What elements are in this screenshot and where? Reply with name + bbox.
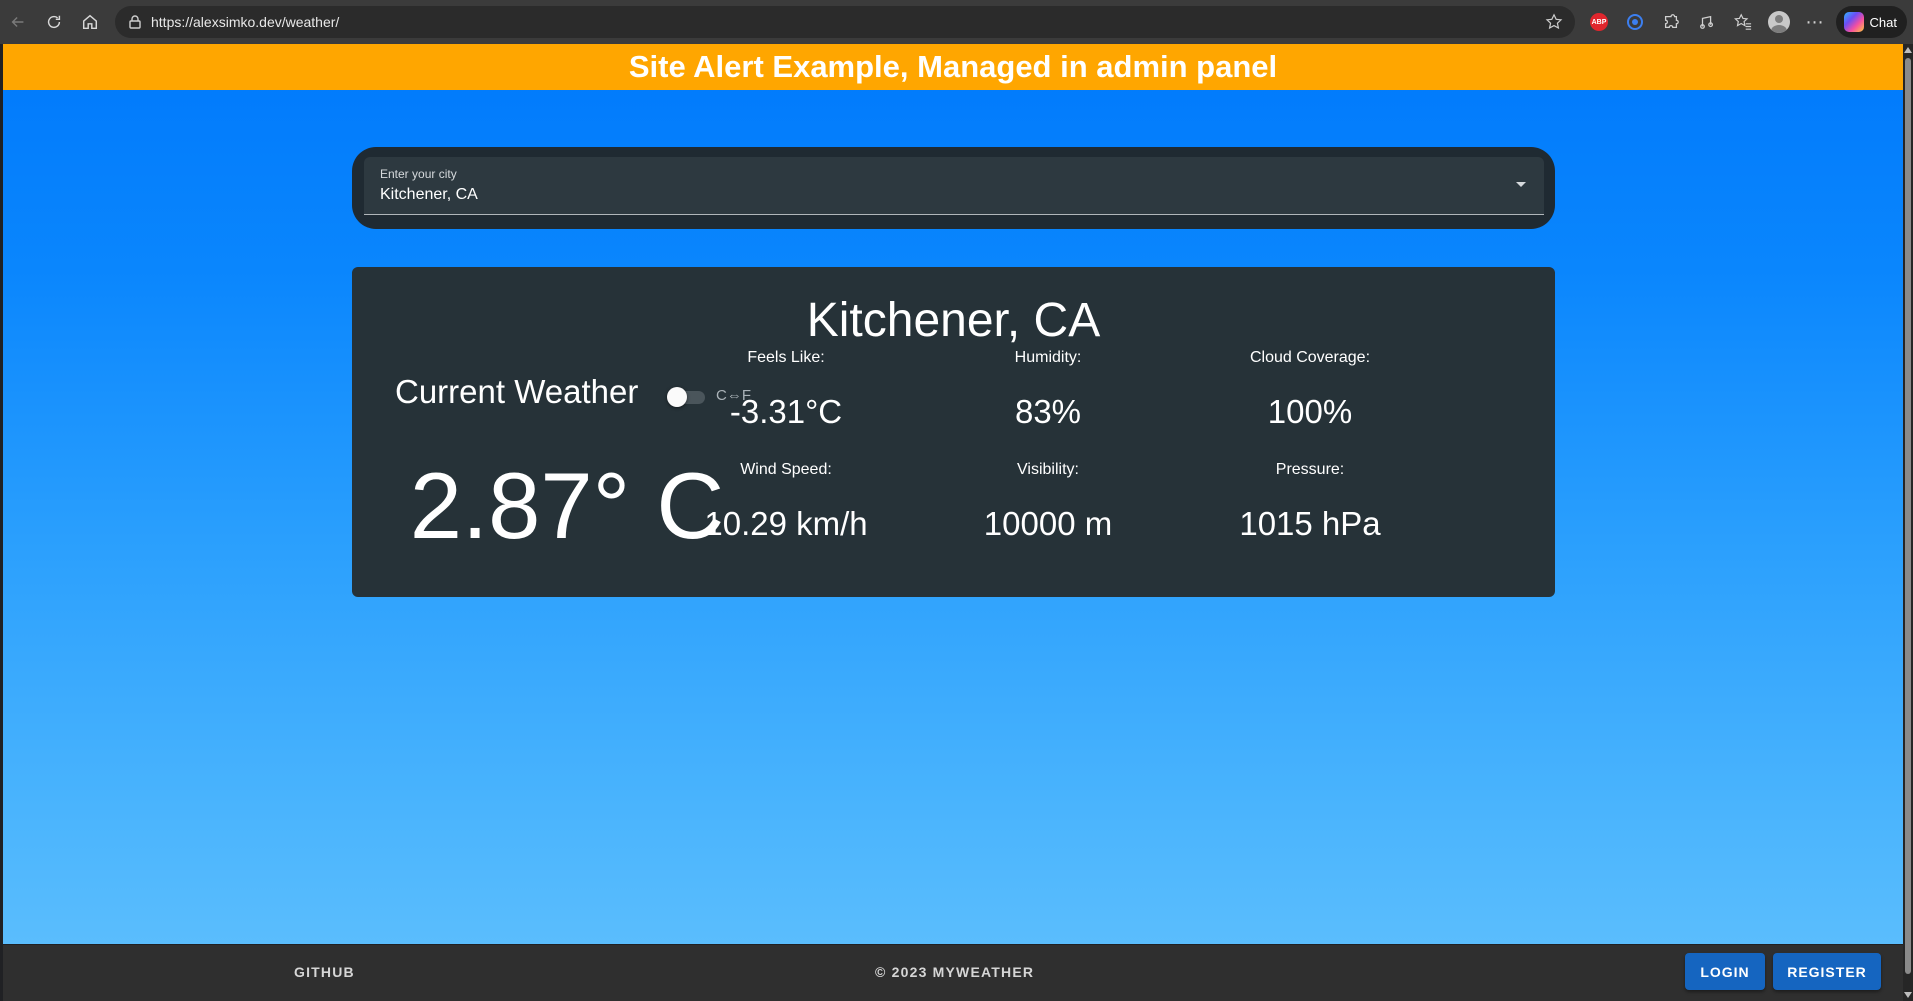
profile-avatar[interactable] [1765, 8, 1793, 36]
stat-visibility: Visibility: 10000 m [918, 461, 1178, 543]
favorite-star-icon[interactable] [1545, 13, 1563, 31]
stat-label: Cloud Coverage: [1249, 349, 1371, 366]
adblock-icon[interactable]: ABP [1585, 8, 1613, 36]
copilot-icon [1843, 12, 1864, 32]
read-aloud-icon[interactable] [1693, 8, 1721, 36]
current-weather-label: Current Weather [395, 373, 639, 410]
page-footer: GITHUB © 2023 MYWEATHER LOGIN REGISTER [3, 945, 1903, 1001]
stat-cloud-coverage: Cloud Coverage: 100% [1180, 349, 1440, 431]
favorites-icon[interactable] [1729, 8, 1757, 36]
stat-wind-speed: Wind Speed: 10.29 km/h [656, 461, 916, 543]
home-icon[interactable] [72, 4, 108, 40]
refresh-icon[interactable] [36, 4, 72, 40]
github-link[interactable]: GITHUB [294, 964, 355, 980]
stat-label: Wind Speed: [740, 461, 832, 478]
site-alert-banner: Site Alert Example, Managed in admin pan… [3, 44, 1903, 90]
extensions-bar: ABP ⋯ [1585, 6, 1829, 38]
copyright-text: © 2023 MYWEATHER [875, 964, 1035, 980]
city-title: Kitchener, CA [806, 294, 1101, 347]
back-arrow-icon[interactable] [0, 4, 36, 40]
stat-label: Visibility: [1017, 461, 1079, 478]
scroll-down-arrow-icon[interactable] [1904, 992, 1912, 998]
stat-value: 10.29 km/h [704, 505, 868, 542]
stat-humidity: Humidity: 83% [918, 349, 1178, 431]
extensions-puzzle-icon[interactable] [1657, 8, 1685, 36]
stat-label: Humidity: [1014, 349, 1082, 366]
stat-value: 100% [1267, 393, 1353, 430]
stat-value: -3.31°C [729, 393, 843, 430]
stat-value: 83% [1014, 393, 1082, 430]
more-menu-icon[interactable]: ⋯ [1801, 8, 1829, 36]
city-search-container: Enter your city Kitchener, CA [352, 147, 1555, 229]
url-text: https://alexsimko.dev/weather/ [151, 14, 340, 30]
city-field-label: Enter your city [380, 167, 457, 181]
stat-label: Feels Like: [747, 349, 825, 366]
dropdown-caret-icon[interactable] [1516, 182, 1526, 187]
register-button[interactable]: REGISTER [1773, 953, 1881, 990]
stat-pressure: Pressure: 1015 hPa [1180, 461, 1440, 543]
site-alert-text: Site Alert Example, Managed in admin pan… [628, 49, 1278, 84]
address-bar[interactable]: https://alexsimko.dev/weather/ [115, 6, 1575, 38]
lock-icon[interactable] [127, 14, 143, 30]
city-select-field[interactable]: Enter your city Kitchener, CA [364, 157, 1544, 215]
stat-label: Pressure: [1275, 461, 1345, 478]
copilot-chat-button[interactable]: Chat [1835, 6, 1907, 38]
extension-q-icon[interactable] [1621, 8, 1649, 36]
stat-value: 1015 hPa [1239, 505, 1381, 542]
login-button[interactable]: LOGIN [1685, 953, 1765, 990]
city-field-value[interactable]: Kitchener, CA [380, 186, 478, 204]
stat-value: 10000 m [983, 505, 1113, 542]
weather-page: Site Alert Example, Managed in admin pan… [3, 44, 1903, 944]
weather-card: Kitchener, CA Current Weather C⇔F 2.87° … [352, 267, 1555, 597]
browser-toolbar: https://alexsimko.dev/weather/ ABP ⋯ Cha… [0, 0, 1913, 44]
scroll-up-arrow-icon[interactable] [1904, 47, 1912, 53]
scrollbar-thumb[interactable] [1905, 58, 1911, 974]
page-scrollbar[interactable] [1903, 44, 1913, 1001]
stat-feels-like: Feels Like: -3.31°C [656, 349, 916, 431]
